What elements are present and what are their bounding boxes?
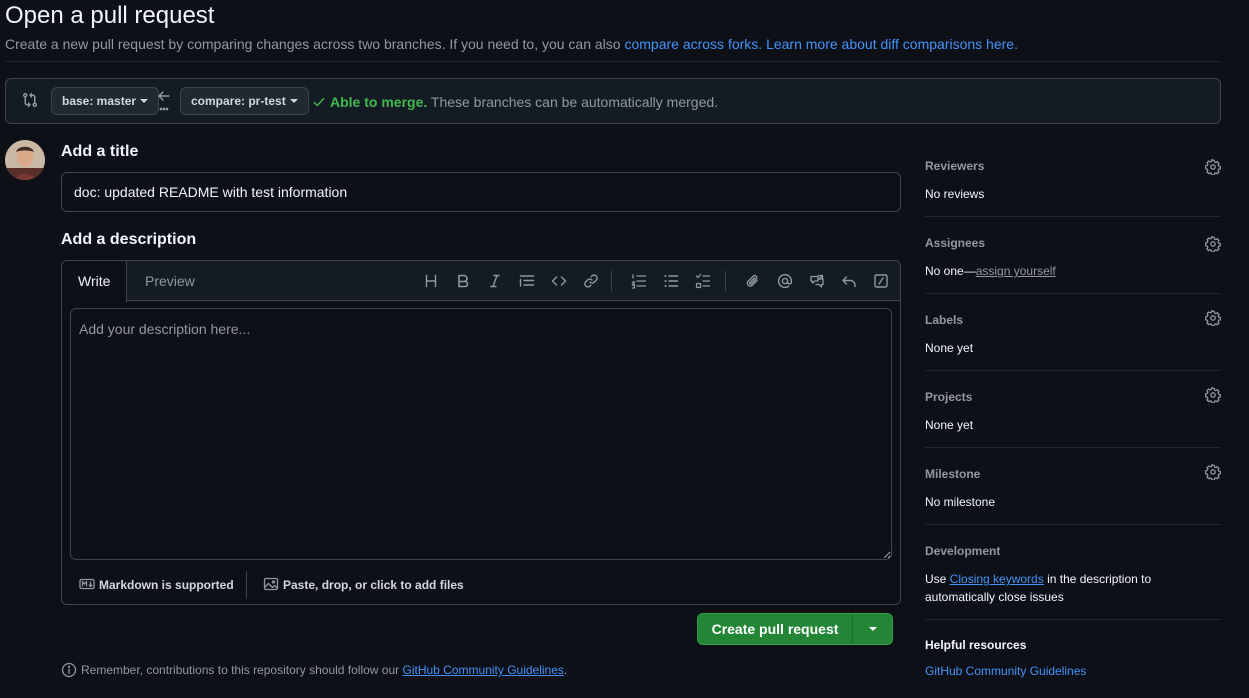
- sidebar-projects: Projects None yet: [925, 387, 1221, 434]
- base-branch-label: base: master: [62, 94, 137, 108]
- development-title: Development: [925, 544, 1001, 558]
- assignees-title: Assignees: [925, 236, 986, 250]
- labels-value: None yet: [925, 341, 974, 355]
- milestone-value: No milestone: [925, 495, 996, 509]
- code-icon[interactable]: [549, 271, 569, 291]
- info-icon: [61, 662, 77, 678]
- attach-note: Paste, drop, or click to add files: [283, 578, 464, 592]
- sidebar-divider: [925, 447, 1221, 448]
- sidebar-milestone: Milestone No milestone: [925, 464, 1221, 511]
- guidelines-suffix: .: [563, 663, 568, 677]
- heading-icon[interactable]: [421, 271, 441, 291]
- guidelines-note: Remember, contributions to this reposito…: [61, 662, 567, 678]
- attach-icon[interactable]: [743, 271, 763, 291]
- helpful-resources-title: Helpful resources: [925, 638, 1027, 652]
- reviewers-title: Reviewers: [925, 159, 985, 173]
- compare-across-forks-link[interactable]: compare across forks.: [624, 36, 762, 52]
- italic-icon[interactable]: [485, 271, 505, 291]
- sidebar-labels: Labels None yet: [925, 310, 1221, 357]
- editor-header: Write Preview: [62, 261, 900, 302]
- sidebar-assignees: Assignees No one—assign yourself: [925, 236, 1221, 280]
- markdown-icon: [79, 578, 95, 590]
- slash-command-icon[interactable]: [871, 271, 891, 291]
- check-icon: [313, 97, 325, 107]
- reviewers-value: No reviews: [925, 187, 985, 201]
- assignees-value: No one—assign yourself: [925, 262, 1221, 280]
- ordered-list-icon[interactable]: [629, 271, 649, 291]
- chevron-down-icon: [289, 99, 298, 103]
- assign-yourself-link[interactable]: assign yourself: [976, 264, 1056, 278]
- create-pull-request-button[interactable]: Create pull request: [698, 614, 852, 644]
- gear-icon[interactable]: [1205, 464, 1221, 481]
- mention-icon[interactable]: [775, 271, 795, 291]
- gear-icon[interactable]: [1205, 310, 1221, 327]
- footer-divider: [246, 571, 247, 599]
- image-icon: [263, 577, 279, 591]
- development-value: Use Closing keywords in the description …: [925, 570, 1165, 606]
- git-compare-icon: [22, 92, 40, 110]
- merge-status-text: These branches can be automatically merg…: [427, 94, 719, 110]
- description-textarea[interactable]: [70, 308, 892, 560]
- compare-branch-button[interactable]: compare: pr-test: [180, 87, 309, 115]
- tab-preview[interactable]: Preview: [129, 261, 211, 302]
- guidelines-prefix: Remember, contributions to this reposito…: [81, 663, 403, 677]
- unordered-list-icon[interactable]: [661, 271, 681, 291]
- compare-bar: base: master compare: pr-test Able to me…: [5, 78, 1221, 124]
- helpful-guidelines-link[interactable]: GitHub Community Guidelines: [925, 664, 1086, 678]
- assignees-prefix: No one—: [925, 264, 976, 278]
- sidebar-divider: [925, 293, 1221, 294]
- add-title-heading: Add a title: [61, 143, 139, 160]
- editor-footer: Markdown is supported Paste, drop, or cl…: [62, 567, 900, 604]
- gear-icon[interactable]: [1205, 387, 1221, 404]
- milestone-title: Milestone: [925, 467, 981, 481]
- markdown-note: Markdown is supported: [99, 578, 234, 592]
- sidebar-divider: [925, 524, 1221, 525]
- undo-icon[interactable]: [839, 271, 859, 291]
- compare-branch-label: compare: pr-test: [191, 94, 286, 108]
- sidebar-divider: [925, 619, 1221, 620]
- create-options-dropdown[interactable]: [853, 614, 892, 644]
- quote-icon[interactable]: [517, 271, 537, 291]
- learn-more-link[interactable]: Learn more about diff comparisons here.: [766, 36, 1018, 52]
- add-description-heading: Add a description: [61, 231, 197, 248]
- sidebar-reviewers: Reviewers No reviews: [925, 159, 1221, 203]
- chevron-down-icon: [140, 99, 149, 103]
- link-icon[interactable]: [581, 271, 601, 291]
- description-editor: Write Preview Markdown is supported Past…: [61, 260, 901, 605]
- gear-icon[interactable]: [1205, 236, 1221, 253]
- bold-icon[interactable]: [453, 271, 473, 291]
- toolbar-divider: [611, 271, 612, 291]
- merge-ok-text: Able to merge.: [330, 94, 428, 110]
- arrow-left-icon: [156, 90, 172, 112]
- tab-write[interactable]: Write: [62, 261, 128, 302]
- title-input[interactable]: [61, 172, 901, 212]
- toolbar-divider: [725, 271, 726, 291]
- community-guidelines-link[interactable]: GitHub Community Guidelines: [403, 663, 564, 677]
- create-pull-request-button-group: Create pull request: [697, 613, 893, 645]
- markdown-supported-link[interactable]: Markdown is supported: [79, 576, 234, 592]
- labels-title: Labels: [925, 313, 964, 327]
- attach-files-button[interactable]: Paste, drop, or click to add files: [263, 576, 464, 592]
- page-subtitle: Create a new pull request by comparing c…: [5, 36, 1018, 52]
- reference-icon[interactable]: [807, 271, 827, 291]
- sidebar-development: Development Use Closing keywords in the …: [925, 544, 1165, 606]
- closing-keywords-link[interactable]: Closing keywords: [950, 572, 1044, 586]
- development-prefix: Use: [925, 572, 950, 586]
- subtitle-text: Create a new pull request by comparing c…: [5, 36, 625, 52]
- header-divider: [5, 61, 1221, 62]
- merge-status: Able to merge. These branches can be aut…: [312, 94, 718, 110]
- sidebar-divider: [925, 216, 1221, 217]
- page-title: Open a pull request: [5, 2, 215, 29]
- sidebar-divider: [925, 370, 1221, 371]
- base-branch-button[interactable]: base: master: [51, 87, 160, 115]
- task-list-icon[interactable]: [693, 271, 713, 291]
- projects-title: Projects: [925, 390, 973, 404]
- avatar: [5, 140, 45, 180]
- gear-icon[interactable]: [1205, 159, 1221, 176]
- triangle-down-icon: [869, 627, 877, 631]
- projects-value: None yet: [925, 418, 974, 432]
